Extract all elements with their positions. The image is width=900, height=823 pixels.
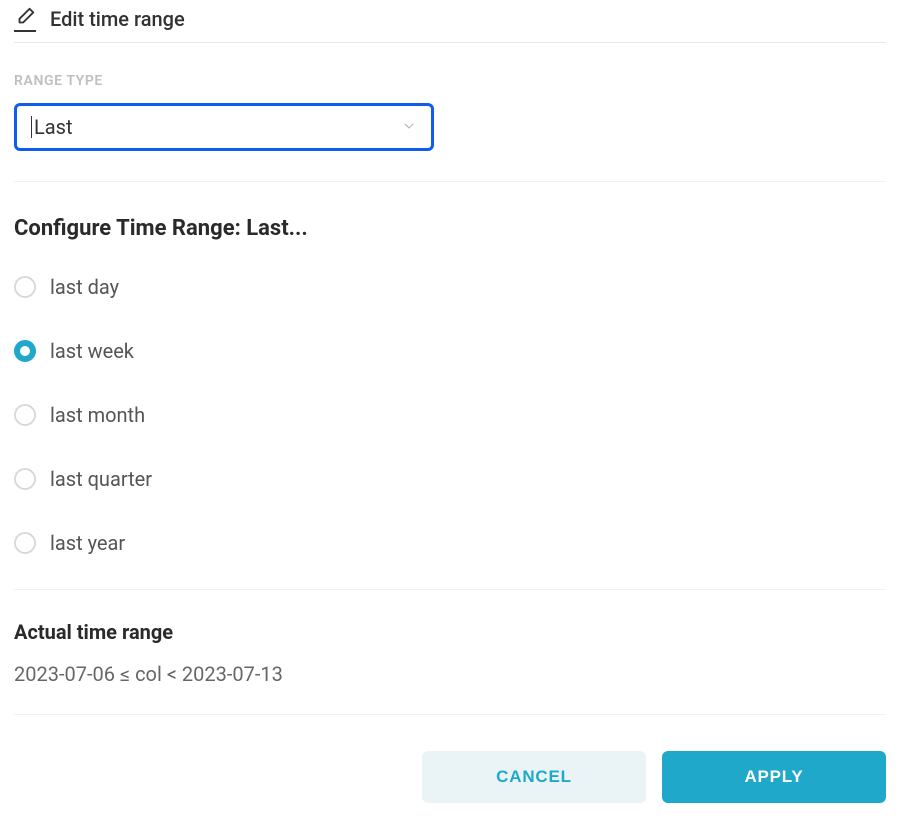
radio-label: last week	[50, 339, 134, 363]
text-cursor	[31, 116, 32, 138]
pencil-icon	[14, 6, 36, 32]
modal-title: Edit time range	[50, 7, 185, 31]
radio-label: last month	[50, 403, 145, 427]
radio-option-last-day[interactable]: last day	[14, 275, 886, 299]
cancel-button[interactable]: CANCEL	[422, 751, 646, 803]
radio-option-last-month[interactable]: last month	[14, 403, 886, 427]
radio-icon	[14, 404, 36, 426]
radio-label: last day	[50, 275, 119, 299]
radio-option-last-year[interactable]: last year	[14, 531, 886, 555]
configure-title: Configure Time Range: Last...	[14, 216, 886, 241]
apply-button[interactable]: APPLY	[662, 751, 886, 803]
radio-option-last-quarter[interactable]: last quarter	[14, 467, 886, 491]
radio-icon	[14, 532, 36, 554]
divider	[14, 589, 886, 590]
radio-option-last-week[interactable]: last week	[14, 339, 886, 363]
radio-icon	[14, 340, 36, 362]
actual-range-title: Actual time range	[14, 620, 886, 644]
divider	[14, 181, 886, 182]
range-type-value: Last	[34, 115, 73, 139]
radio-label: last year	[50, 531, 125, 555]
radio-icon	[14, 276, 36, 298]
range-type-label: RANGE TYPE	[14, 73, 886, 89]
actual-range-value: 2023-07-06 ≤ col < 2023-07-13	[14, 662, 886, 686]
radio-group: last day last week last month last quart…	[14, 275, 886, 555]
range-type-select[interactable]: Last	[14, 103, 434, 151]
chevron-down-icon	[401, 115, 417, 139]
divider	[14, 714, 886, 715]
modal-header: Edit time range	[14, 0, 886, 43]
modal-footer: CANCEL APPLY	[14, 751, 886, 819]
radio-label: last quarter	[50, 467, 152, 491]
radio-icon	[14, 468, 36, 490]
